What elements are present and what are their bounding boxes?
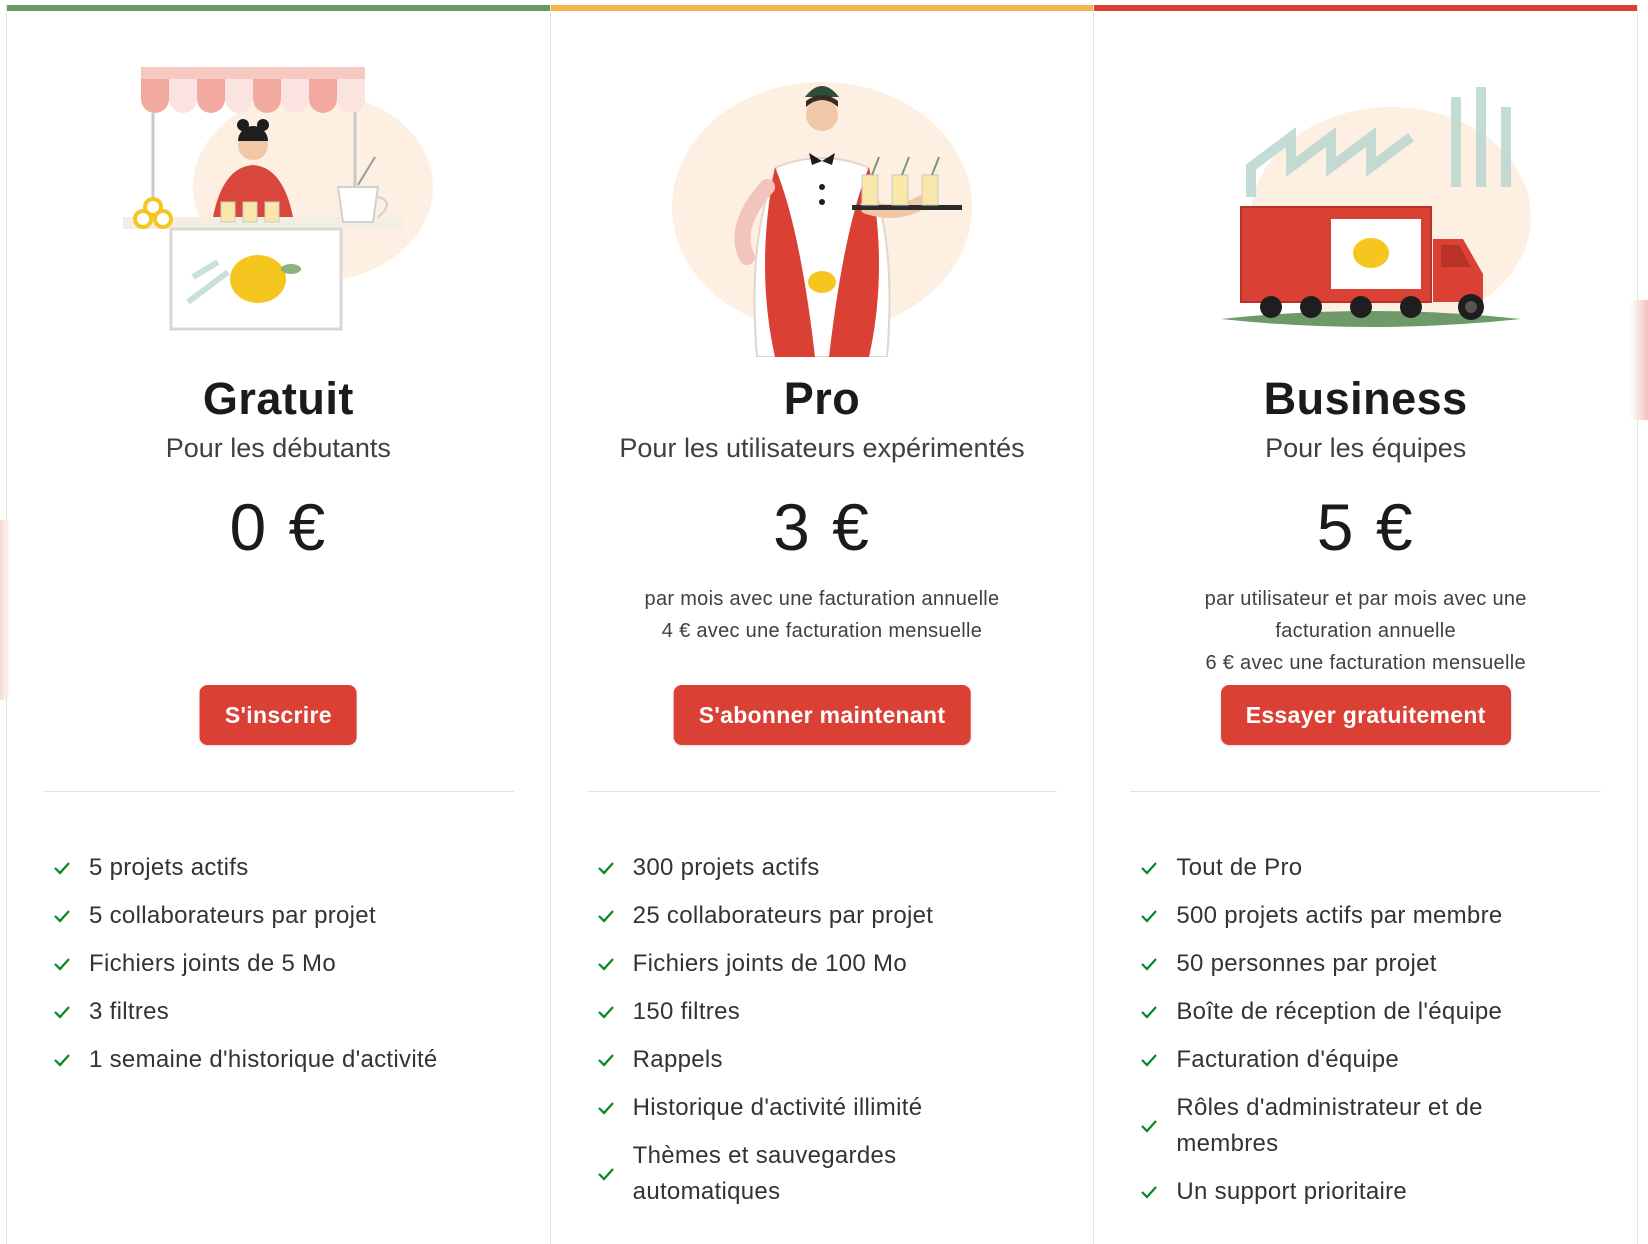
feature-item: 25 collaborateurs par projet <box>595 898 1074 934</box>
plan-card-pro: Pro Pour les utilisateurs expérimentés 3… <box>550 5 1095 1244</box>
billing-line: par mois avec une facturation annuelle <box>644 588 1000 610</box>
feature-item: Historique d'activité illimité <box>595 1090 1074 1126</box>
checkmark-icon <box>51 905 73 927</box>
checkmark-icon <box>595 1049 617 1071</box>
feature-list: 5 projets actifs 5 collaborateurs par pr… <box>51 850 530 1090</box>
divider <box>586 791 1058 792</box>
checkmark-icon <box>595 1097 617 1119</box>
plan-name: Business <box>1263 373 1468 424</box>
feature-item: Fichiers joints de 5 Mo <box>51 946 530 982</box>
plan-name: Gratuit <box>202 373 354 424</box>
subscribe-button[interactable]: S'abonner maintenant <box>673 685 971 745</box>
feature-text: Rôles d'administrateur et de membres <box>1176 1094 1483 1157</box>
feature-item: 1 semaine d'historique d'activité <box>51 1042 530 1078</box>
feature-item: Fichiers joints de 100 Mo <box>595 946 1074 982</box>
feature-text: 25 collaborateurs par projet <box>632 902 934 929</box>
billing-line: 4 € avec une facturation mensuelle <box>661 620 983 642</box>
feature-item: 50 personnes par projet <box>1138 946 1617 982</box>
checkmark-icon <box>595 857 617 879</box>
checkmark-icon <box>1138 905 1160 927</box>
plan-color-bar <box>7 5 550 11</box>
divider <box>1130 791 1602 792</box>
feature-text: 300 projets actifs <box>632 854 820 881</box>
pricing-plans: Gratuit Pour les débutants 0 € S'inscrir… <box>6 5 1638 1244</box>
feature-item: Rappels <box>595 1042 1074 1078</box>
checkmark-icon <box>1138 1115 1160 1137</box>
checkmark-icon <box>595 905 617 927</box>
feature-list: Tout de Pro 500 projets actifs par membr… <box>1138 850 1617 1222</box>
plan-color-bar <box>550 5 1094 11</box>
feature-text: Un support prioritaire <box>1176 1178 1408 1205</box>
plan-price: 5 € <box>1316 490 1415 564</box>
checkmark-icon <box>1138 1181 1160 1203</box>
feature-text: 500 projets actifs par membre <box>1176 902 1503 929</box>
checkmark-icon <box>1138 1001 1160 1023</box>
feature-text: Rappels <box>632 1046 723 1073</box>
plan-color-bar <box>1094 5 1638 11</box>
plan-subtitle: Pour les débutants <box>165 433 391 463</box>
checkmark-icon <box>51 1049 73 1071</box>
billing-line: facturation annuelle <box>1275 620 1456 642</box>
feature-text: Tout de Pro <box>1176 854 1303 881</box>
free-trial-button[interactable]: Essayer gratuitement <box>1220 685 1511 745</box>
feature-item: 150 filtres <box>595 994 1074 1030</box>
billing-info: par mois avec une facturation annuelle 4… <box>581 583 1064 647</box>
feature-item: 5 projets actifs <box>51 850 530 886</box>
feature-text: Fichiers joints de 5 Mo <box>89 950 336 977</box>
feature-item: Thèmes et sauvegardes automatiques <box>595 1138 1074 1210</box>
checkmark-icon <box>595 1163 617 1185</box>
feature-item: Rôles d'administrateur et de membres <box>1138 1090 1617 1162</box>
feature-item: Boîte de réception de l'équipe <box>1138 994 1617 1030</box>
feature-item: 300 projets actifs <box>595 850 1074 886</box>
feature-item: 500 projets actifs par membre <box>1138 898 1617 934</box>
plan-subtitle: Pour les équipes <box>1265 433 1467 463</box>
checkmark-icon <box>1138 1049 1160 1071</box>
lemonade-stand-illustration <box>123 67 434 331</box>
plan-card-business: Business Pour les équipes 5 € par utilis… <box>1094 5 1638 1244</box>
checkmark-icon <box>595 1001 617 1023</box>
billing-line: par utilisateur et par mois avec une <box>1204 588 1527 610</box>
checkmark-icon <box>1138 857 1160 879</box>
signup-button[interactable]: S'inscrire <box>199 685 357 745</box>
feature-text: 5 collaborateurs par projet <box>89 902 376 929</box>
feature-text: 5 projets actifs <box>89 854 249 881</box>
billing-line: 6 € avec une facturation mensuelle <box>1205 652 1526 674</box>
feature-text: 1 semaine d'historique d'activité <box>89 1046 438 1073</box>
plan-price: 3 € <box>773 490 871 564</box>
checkmark-icon <box>1138 953 1160 975</box>
feature-text: 50 personnes par projet <box>1176 950 1437 977</box>
feature-text: 3 filtres <box>89 998 170 1025</box>
checkmark-icon <box>51 1001 73 1023</box>
checkmark-icon <box>51 953 73 975</box>
feature-list: 300 projets actifs 25 collaborateurs par… <box>595 850 1074 1222</box>
feature-text: Boîte de réception de l'équipe <box>1176 998 1503 1025</box>
feature-text: 150 filtres <box>632 998 741 1025</box>
feature-text: Facturation d'équipe <box>1176 1046 1400 1073</box>
plan-name: Pro <box>783 373 861 424</box>
feature-item: Facturation d'équipe <box>1138 1042 1617 1078</box>
checkmark-icon <box>51 857 73 879</box>
divider <box>43 791 514 792</box>
feature-item: 5 collaborateurs par projet <box>51 898 530 934</box>
delivery-truck-factory-illustration <box>1220 87 1531 327</box>
feature-text: Thèmes et sauvegardes automatiques <box>632 1142 897 1205</box>
feature-text: Historique d'activité illimité <box>632 1094 923 1121</box>
plan-subtitle: Pour les utilisateurs expérimentés <box>619 433 1025 463</box>
feature-item: Tout de Pro <box>1138 850 1617 886</box>
plan-price: 0 € <box>229 490 328 564</box>
checkmark-icon <box>595 953 617 975</box>
feature-item: Un support prioritaire <box>1138 1174 1617 1210</box>
pricing-page: Gratuit Pour les débutants 0 € S'inscrir… <box>0 0 1648 1244</box>
feature-text: Fichiers joints de 100 Mo <box>632 950 907 977</box>
billing-info: par utilisateur et par mois avec une fac… <box>1124 583 1607 679</box>
waiter-with-lemonade-tray-illustration <box>672 82 972 357</box>
plan-card-free: Gratuit Pour les débutants 0 € S'inscrir… <box>7 5 551 1244</box>
feature-item: 3 filtres <box>51 994 530 1030</box>
